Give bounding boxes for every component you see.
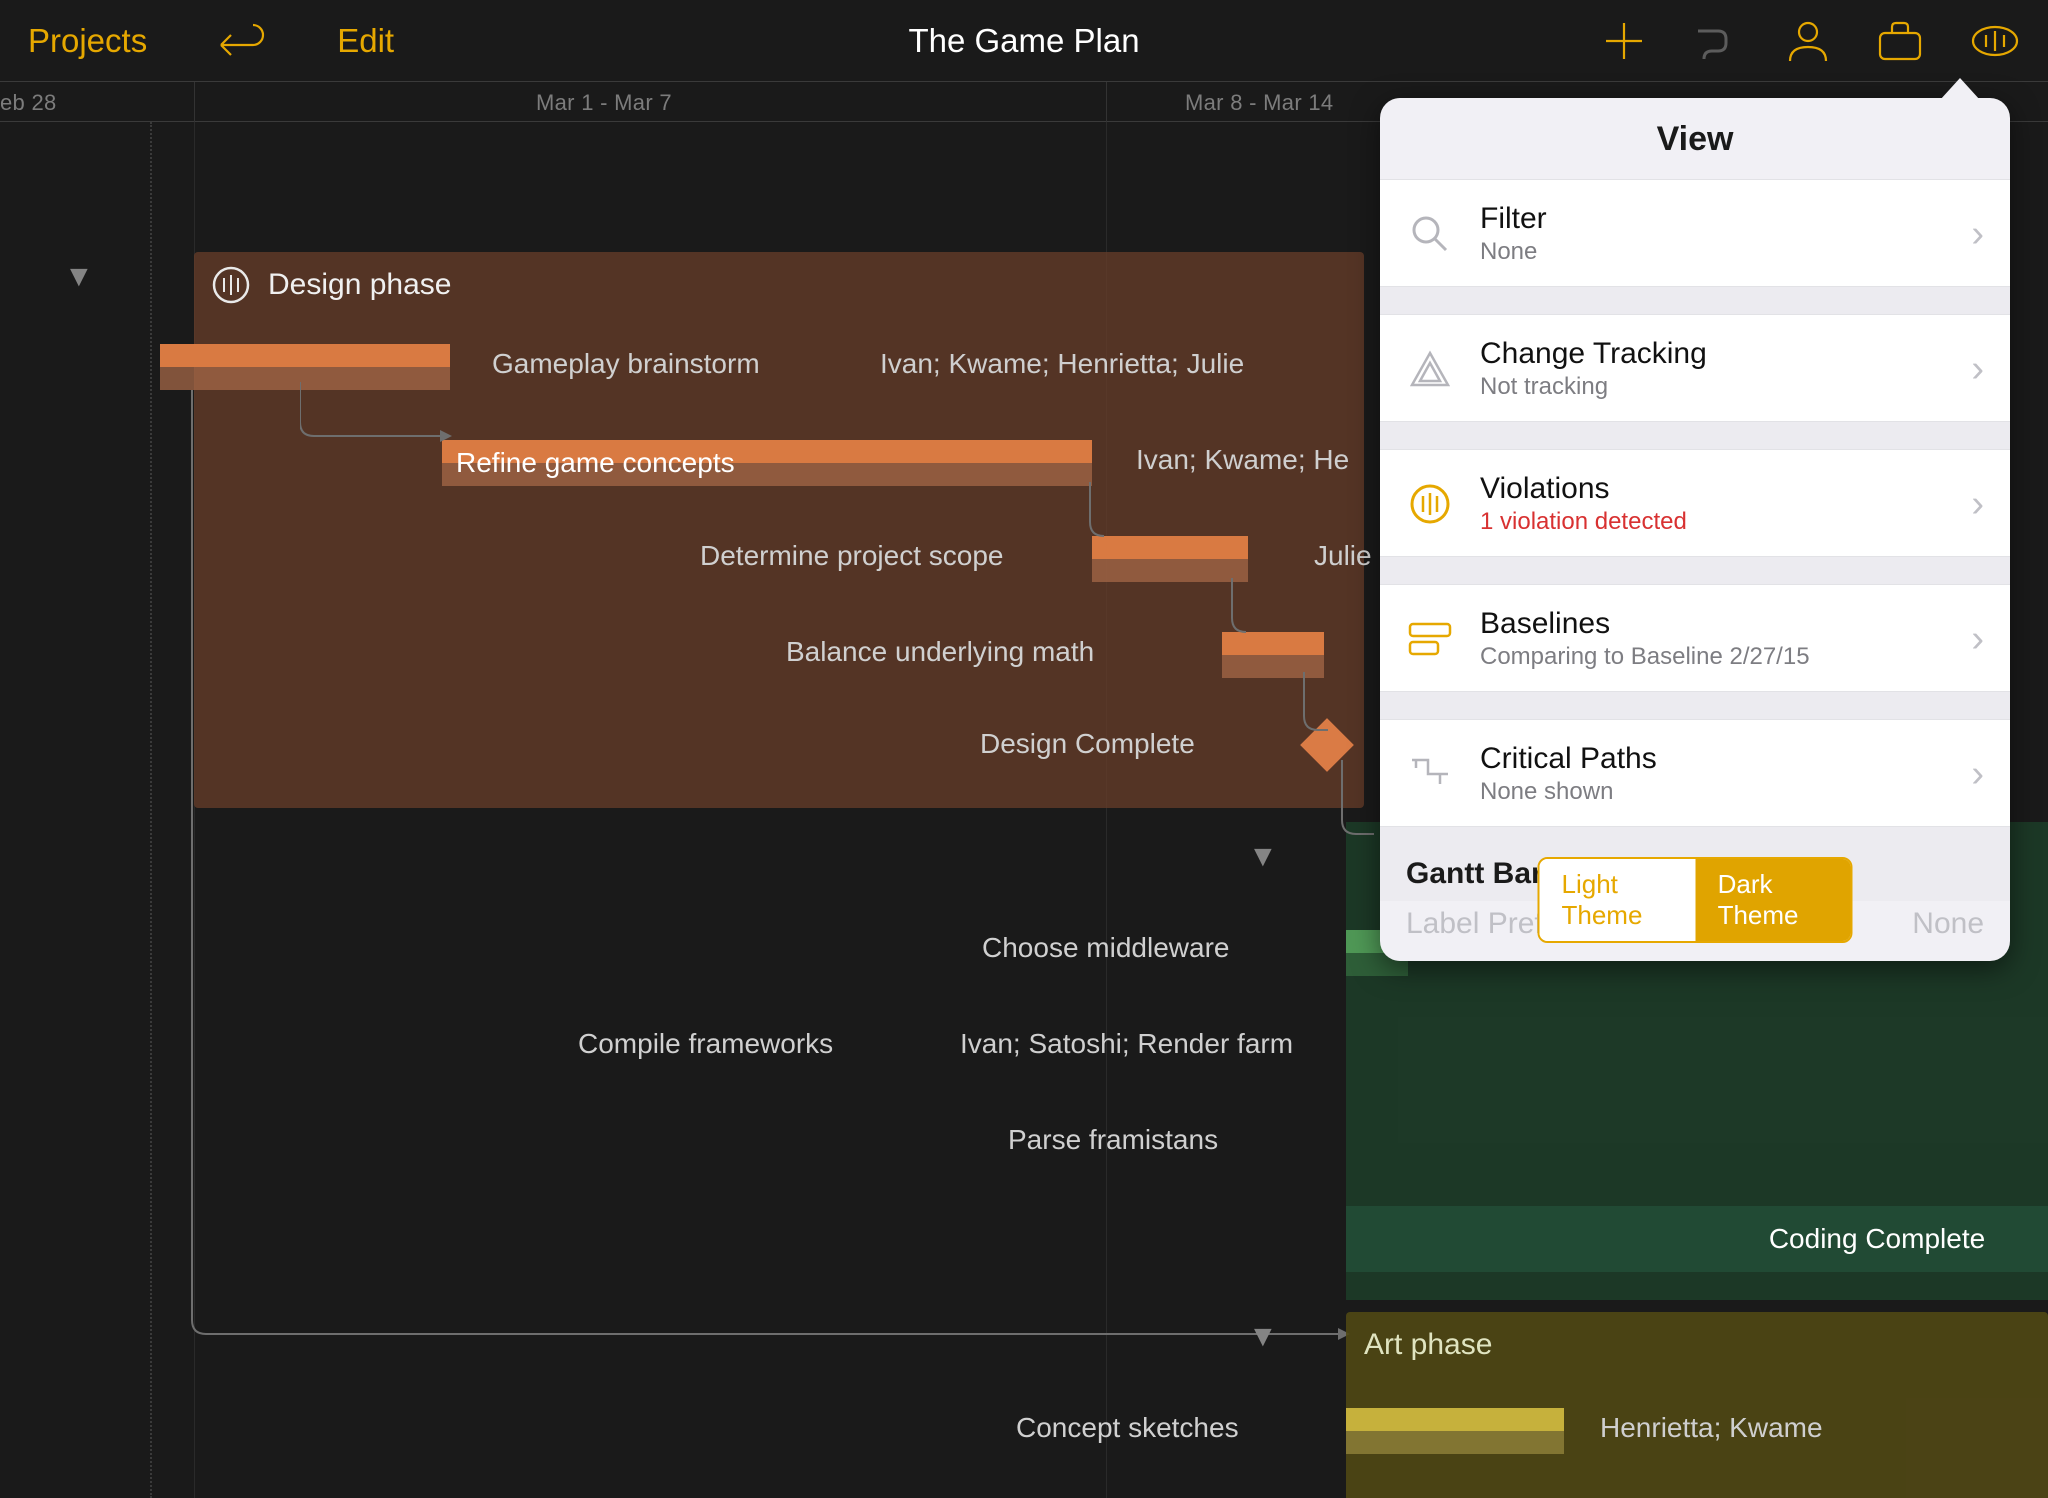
menu-change-tracking[interactable]: Change Tracking Not tracking › <box>1380 314 2010 421</box>
toolbar: Projects Edit The Game Plan <box>0 0 2048 82</box>
dark-theme-option[interactable]: Dark Theme <box>1696 859 1851 941</box>
view-popover: View Filter None › Change Tracking Not t… <box>1380 98 2010 961</box>
view-button[interactable] <box>1970 19 2020 63</box>
undo-button[interactable] <box>217 21 267 61</box>
chevron-right-icon: › <box>1971 483 1984 526</box>
briefcase-icon[interactable] <box>1876 19 1924 63</box>
phase-design-header[interactable]: Design phase <box>194 252 1364 318</box>
chevron-right-icon: › <box>1971 348 1984 391</box>
light-theme-option[interactable]: Light Theme <box>1540 859 1696 941</box>
menu-baselines[interactable]: Baselines Comparing to Baseline 2/27/15 … <box>1380 584 2010 691</box>
triangle-icon <box>1406 345 1454 393</box>
critical-path-icon <box>1406 750 1454 798</box>
task-assignees: Ivan; Kwame; Henrietta; Julie <box>880 348 1244 380</box>
phase-art-header[interactable]: Art phase <box>1346 1312 2048 1378</box>
task-assignees: Henrietta; Kwame <box>1600 1412 1823 1444</box>
path-icon[interactable] <box>1692 21 1740 61</box>
chevron-down-icon[interactable]: ▼ <box>64 260 94 294</box>
task-label: Parse framistans <box>1008 1124 1218 1156</box>
ruler-label: Mar 1 - Mar 7 <box>536 90 672 116</box>
edit-button[interactable]: Edit <box>337 22 394 60</box>
task-concept-sketches[interactable] <box>1346 1408 1564 1454</box>
ruler-label: Mar 8 - Mar 14 <box>1185 90 1333 116</box>
label-prefix-value: None <box>1912 907 1984 941</box>
chevron-right-icon: › <box>1971 753 1984 796</box>
chevron-right-icon: › <box>1971 618 1984 661</box>
popover-title: View <box>1380 98 2010 179</box>
menu-critical-paths[interactable]: Critical Paths None shown › <box>1380 719 2010 826</box>
task-label: Choose middleware <box>982 932 1229 964</box>
task-assignees: Ivan; Satoshi; Render farm <box>960 1028 1293 1060</box>
menu-filter[interactable]: Filter None › <box>1380 179 2010 286</box>
theme-toggle[interactable]: Light Theme Dark Theme <box>1538 857 1853 943</box>
ruler-label: eb 28 <box>0 90 57 116</box>
page-title: The Game Plan <box>908 22 1139 60</box>
baselines-icon <box>1406 615 1454 663</box>
task-label: Concept sketches <box>1016 1412 1239 1444</box>
add-button[interactable] <box>1602 19 1646 63</box>
chevron-down-icon[interactable]: ▼ <box>1248 1320 1278 1354</box>
task-label: Compile frameworks <box>578 1028 833 1060</box>
violation-icon <box>1406 480 1454 528</box>
search-icon <box>1406 210 1454 258</box>
projects-button[interactable]: Projects <box>28 22 147 60</box>
milestone-coding-complete[interactable]: Coding Complete <box>1346 1206 2048 1272</box>
violation-icon <box>212 266 250 304</box>
chevron-down-icon[interactable]: ▼ <box>1248 840 1278 874</box>
task-label: Gameplay brainstorm <box>492 348 760 380</box>
chevron-right-icon: › <box>1971 213 1984 256</box>
menu-violations[interactable]: Violations 1 violation detected › <box>1380 449 2010 556</box>
person-icon[interactable] <box>1786 19 1830 63</box>
